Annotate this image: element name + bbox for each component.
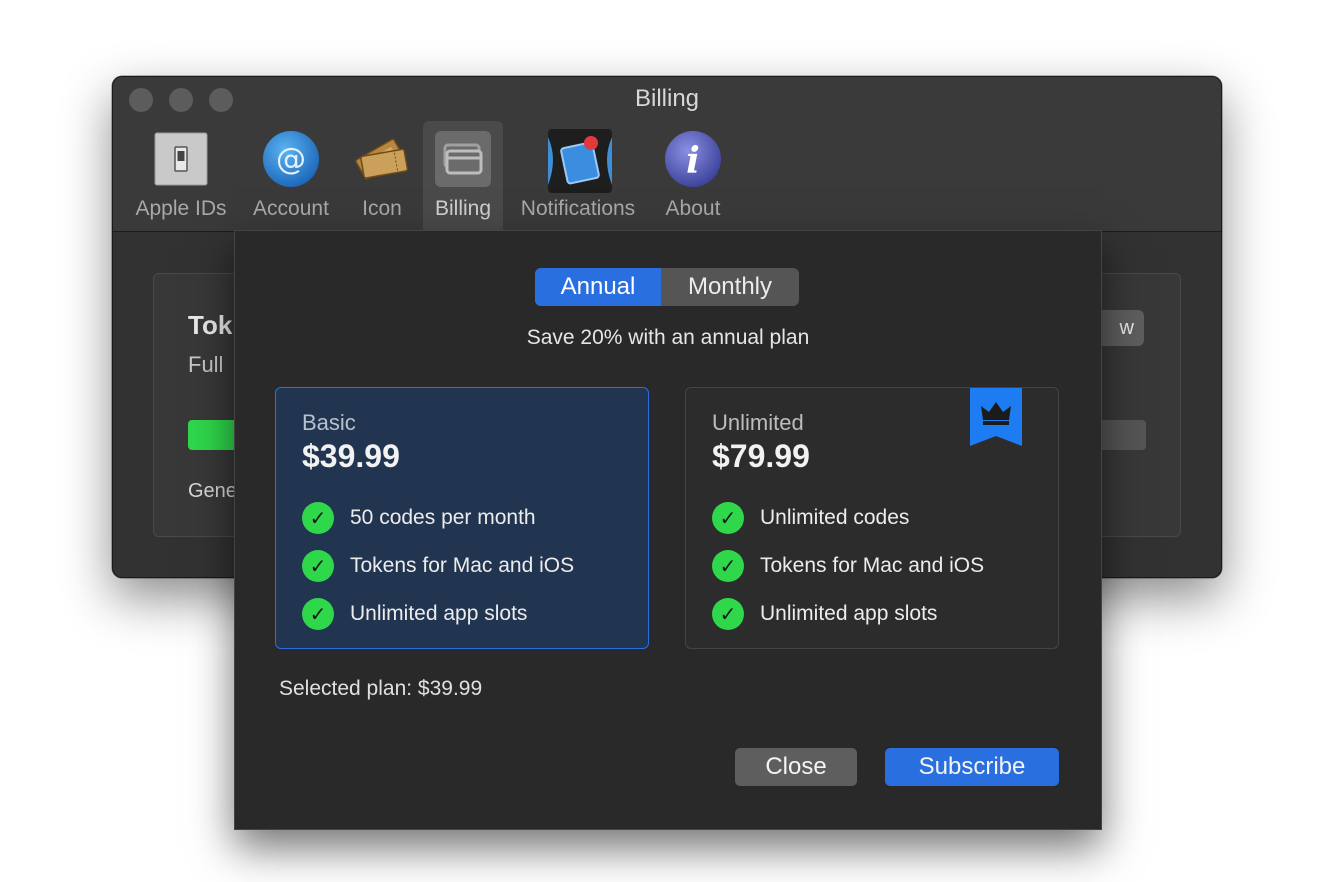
plan-name: Basic [302, 410, 356, 435]
plan-feature: ✓ Unlimited app slots [712, 598, 937, 630]
checkmark-icon: ✓ [302, 502, 334, 534]
plan-feature: ✓ 50 codes per month [302, 502, 536, 534]
toolbar-item-icon[interactable]: Icon [347, 121, 417, 231]
info-icon: i [663, 129, 723, 189]
segment-monthly[interactable]: Monthly [661, 268, 799, 306]
crown-icon [970, 388, 1022, 446]
billing-period-segmented-control[interactable]: Annual Monthly [535, 268, 799, 306]
toolbar-item-about[interactable]: i About [657, 121, 729, 231]
plan-feature: ✓ Tokens for Mac and iOS [712, 550, 984, 582]
subscription-sheet: Annual Monthly Save 20% with an annual p… [234, 230, 1102, 830]
toolbar-item-billing[interactable]: Billing [423, 121, 503, 231]
token-title: Tok [188, 310, 233, 340]
plan-card-basic[interactable]: Basic $39.99 ✓ 50 codes per month ✓ Toke… [275, 387, 649, 649]
feature-text: Tokens for Mac and iOS [760, 554, 985, 577]
generate-label: Gene [188, 480, 237, 502]
toolbar-item-apple-ids[interactable]: Apple IDs [127, 121, 235, 231]
feature-text: Tokens for Mac and iOS [350, 554, 575, 577]
plan-feature: ✓ Unlimited app slots [302, 598, 527, 630]
selected-plan-label: Selected plan: $39.99 [279, 677, 483, 700]
checkmark-icon: ✓ [302, 598, 334, 630]
toolbar-label: Icon [362, 197, 402, 220]
token-subtitle: Full [188, 352, 224, 377]
checkmark-icon: ✓ [712, 598, 744, 630]
toolbar-item-account[interactable]: @ Account [243, 121, 339, 231]
segment-annual[interactable]: Annual [535, 268, 661, 306]
plan-price: $39.99 [302, 438, 400, 474]
svg-text:i: i [686, 140, 700, 182]
svg-text:@: @ [276, 142, 306, 177]
feature-text: Unlimited app slots [760, 602, 938, 625]
apple-id-switch-icon [151, 129, 211, 189]
cards-icon [433, 129, 493, 189]
close-button[interactable]: Close [735, 748, 857, 786]
toolbar-item-notifications[interactable]: Notifications [511, 121, 645, 231]
tickets-icon [352, 129, 412, 189]
toolbar-label: Billing [434, 197, 492, 220]
feature-text: Unlimited codes [760, 506, 910, 529]
feature-text: 50 codes per month [350, 506, 536, 529]
titlebar: Billing Apple IDs @ Account Icon Billing… [113, 77, 1221, 232]
toolbar-label: Account [253, 197, 329, 220]
checkmark-icon: ✓ [712, 502, 744, 534]
toolbar-label: Apple IDs [135, 197, 227, 220]
toolbar-label: About [665, 197, 721, 220]
window-title: Billing [634, 85, 700, 112]
checkmark-icon: ✓ [302, 550, 334, 582]
plan-card-unlimited[interactable]: Unlimited $79.99 ✓ Unlimited codes ✓ Tok… [685, 387, 1059, 649]
plan-feature: ✓ Unlimited codes [712, 502, 909, 534]
plan-price: $79.99 [712, 438, 810, 474]
notification-badge-icon [548, 129, 612, 193]
plan-feature: ✓ Tokens for Mac and iOS [302, 550, 574, 582]
plan-name: Unlimited [712, 410, 804, 435]
at-sign-icon: @ [261, 129, 321, 189]
toolbar-label: Notifications [520, 197, 636, 220]
feature-text: Unlimited app slots [350, 602, 528, 625]
checkmark-icon: ✓ [712, 550, 744, 582]
save-note: Save 20% with an annual plan [526, 326, 810, 349]
subscribe-button[interactable]: Subscribe [885, 748, 1059, 786]
